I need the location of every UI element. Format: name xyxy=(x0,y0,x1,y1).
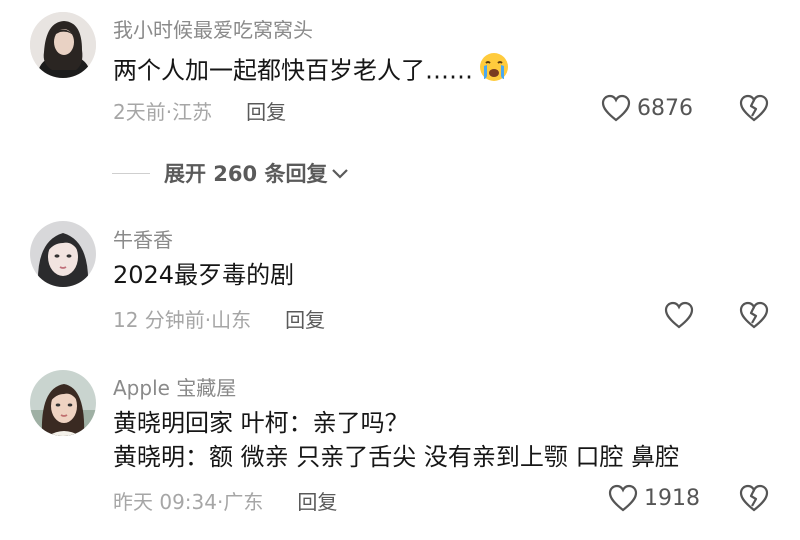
divider-line xyxy=(112,172,150,174)
comment-text-line: 2024最歹毒的剧 xyxy=(113,261,295,289)
chevron-down-icon xyxy=(332,169,349,179)
comment-text-line: 两个人加一起都快百岁老人了…… xyxy=(113,56,473,85)
comment-username[interactable]: Apple 宝藏屋 xyxy=(113,372,236,401)
broken-heart-icon xyxy=(739,94,769,122)
comment-username[interactable]: 牛香香 xyxy=(113,224,173,253)
expand-replies-button[interactable]: 展开 260 条回复 xyxy=(112,158,350,188)
like-count: 6876 xyxy=(637,95,693,121)
broken-heart-icon xyxy=(739,301,769,329)
comment-meta: 2天前·江苏 回复 xyxy=(113,96,286,125)
dislike-button[interactable] xyxy=(739,301,769,333)
crying-face-icon xyxy=(477,52,511,91)
comment-meta: 12 分钟前·山东 回复 xyxy=(113,304,325,333)
dislike-button[interactable] xyxy=(739,484,769,516)
like-button[interactable]: 6876 xyxy=(601,94,693,122)
comment-text: 2024最歹毒的剧 xyxy=(113,258,294,292)
avatar-image xyxy=(30,221,96,287)
avatar[interactable] xyxy=(30,221,96,287)
like-button[interactable]: 1918 xyxy=(608,484,700,512)
like-button[interactable] xyxy=(664,301,700,329)
comment-text-line: 黄晓明：额 微亲 只亲了舌尖 没有亲到上颚 口腔 鼻腔 xyxy=(113,443,680,471)
comment-time-location: 12 分钟前·山东 xyxy=(113,308,252,332)
comment-meta: 昨天 09:34·广东 回复 xyxy=(113,486,337,515)
dislike-button[interactable] xyxy=(739,94,769,126)
reply-button[interactable]: 回复 xyxy=(297,486,337,515)
comment-text: 两个人加一起都快百岁老人了…… xyxy=(113,52,511,91)
comment-text: 黄晓明回家 叶柯：亲了吗？ 黄晓明：额 微亲 只亲了舌尖 没有亲到上颚 口腔 鼻… xyxy=(113,406,679,474)
broken-heart-icon xyxy=(739,484,769,512)
comment-text-line: 黄晓明回家 叶柯：亲了吗？ xyxy=(113,409,409,437)
comment-time-location: 昨天 09:34·广东 xyxy=(113,490,264,514)
avatar[interactable] xyxy=(30,370,96,436)
avatar-image xyxy=(30,370,96,436)
reply-button[interactable]: 回复 xyxy=(246,96,286,125)
expand-replies-label: 展开 260 条回复 xyxy=(164,162,328,186)
heart-icon xyxy=(664,301,694,329)
heart-icon xyxy=(608,484,638,512)
reply-button[interactable]: 回复 xyxy=(285,304,325,333)
like-count: 1918 xyxy=(644,485,700,511)
avatar-image xyxy=(30,12,96,78)
comment-username[interactable]: 我小时候最爱吃窝窝头 xyxy=(113,14,313,43)
avatar[interactable] xyxy=(30,12,96,78)
heart-icon xyxy=(601,94,631,122)
comment-time-location: 2天前·江苏 xyxy=(113,100,213,124)
